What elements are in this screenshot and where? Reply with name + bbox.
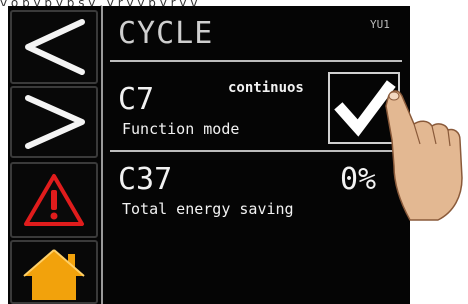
param-code-c37: C37 xyxy=(118,162,173,197)
row-divider xyxy=(110,150,402,152)
title-divider xyxy=(110,60,402,62)
alarm-button[interactable] xyxy=(10,162,98,238)
function-mode-value: continuos xyxy=(228,80,304,96)
controller-display: CYCLE YU1 C7 continuos Function mode C37… xyxy=(8,6,410,304)
warning-triangle-icon xyxy=(24,174,84,226)
param-code-c7: C7 xyxy=(118,82,155,117)
pointing-hand-icon xyxy=(380,82,468,227)
function-mode-label: Function mode xyxy=(122,120,240,138)
energy-saving-value: 0% xyxy=(340,162,377,197)
forward-button[interactable] xyxy=(10,86,98,158)
chevron-right-icon xyxy=(25,95,85,149)
energy-saving-label: Total energy saving xyxy=(122,200,294,218)
sidebar-divider xyxy=(101,6,103,304)
home-button[interactable] xyxy=(10,240,98,304)
back-button[interactable] xyxy=(10,10,98,84)
chevron-left-icon xyxy=(25,19,85,75)
home-icon xyxy=(23,249,85,300)
page-title: CYCLE xyxy=(118,16,214,51)
screen-id: YU1 xyxy=(370,18,390,31)
